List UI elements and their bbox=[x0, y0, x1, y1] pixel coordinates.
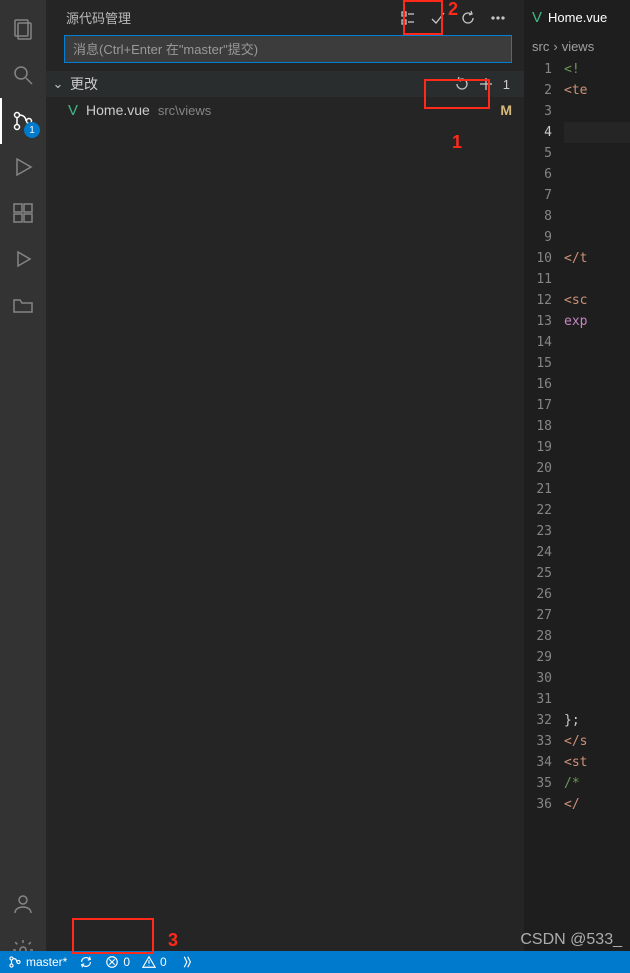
explorer-icon[interactable] bbox=[0, 6, 46, 52]
editor-tab[interactable]: V Home.vue bbox=[524, 0, 630, 35]
sync-button[interactable] bbox=[79, 955, 93, 969]
changes-count: 1 bbox=[499, 77, 514, 92]
panel-header: 源代码管理 bbox=[46, 0, 524, 35]
panel-title: 源代码管理 bbox=[66, 8, 398, 27]
changes-label: 更改 bbox=[70, 74, 451, 94]
commit-message-input[interactable] bbox=[64, 35, 512, 63]
watermark: CSDN @533_ bbox=[520, 931, 622, 949]
editor-body[interactable]: 1234567891011121314151617181920212223242… bbox=[524, 57, 630, 973]
more-icon[interactable] bbox=[488, 8, 508, 28]
status-bar: master* 0 0 bbox=[0, 951, 630, 973]
vue-file-icon: V bbox=[532, 9, 542, 26]
errors-indicator[interactable]: 0 bbox=[105, 955, 130, 969]
code-area[interactable]: <!<te</t<scexp};</s<st/*</ bbox=[564, 57, 630, 973]
warnings-indicator[interactable]: 0 bbox=[142, 955, 167, 969]
activity-bar: 1 1 bbox=[0, 0, 46, 973]
run-debug-icon[interactable] bbox=[0, 144, 46, 190]
file-name: Home.vue bbox=[86, 102, 150, 118]
refresh-icon[interactable] bbox=[458, 8, 478, 28]
file-status-badge: M bbox=[500, 102, 512, 118]
changed-file-row[interactable]: V Home.vue src\views M bbox=[46, 97, 524, 123]
line-gutter: 1234567891011121314151617181920212223242… bbox=[524, 57, 564, 973]
scm-badge: 1 bbox=[24, 122, 40, 138]
source-control-icon[interactable]: 1 bbox=[0, 98, 46, 144]
extensions-icon[interactable] bbox=[0, 190, 46, 236]
vue-file-icon: V bbox=[68, 102, 78, 119]
account-icon[interactable] bbox=[0, 881, 46, 927]
chevron-down-icon: ⌄ bbox=[50, 76, 66, 92]
stage-all-icon[interactable] bbox=[475, 73, 497, 95]
live-server-icon[interactable] bbox=[179, 955, 193, 969]
tab-label: Home.vue bbox=[548, 10, 607, 25]
branch-indicator[interactable]: master* bbox=[8, 955, 67, 969]
changes-section[interactable]: ⌄ 更改 1 bbox=[46, 71, 524, 97]
scm-panel: 源代码管理 ⌄ 更改 bbox=[46, 0, 524, 973]
breadcrumb[interactable]: src › views bbox=[524, 35, 630, 57]
view-tree-icon[interactable] bbox=[398, 8, 418, 28]
folder-icon[interactable] bbox=[0, 282, 46, 328]
file-path: src\views bbox=[158, 103, 211, 118]
commit-check-icon[interactable] bbox=[428, 8, 448, 28]
editor-pane: V Home.vue src › views 12345678910111213… bbox=[524, 0, 630, 973]
search-icon[interactable] bbox=[0, 52, 46, 98]
discard-icon[interactable] bbox=[451, 73, 473, 95]
remote-play-icon[interactable] bbox=[0, 236, 46, 282]
